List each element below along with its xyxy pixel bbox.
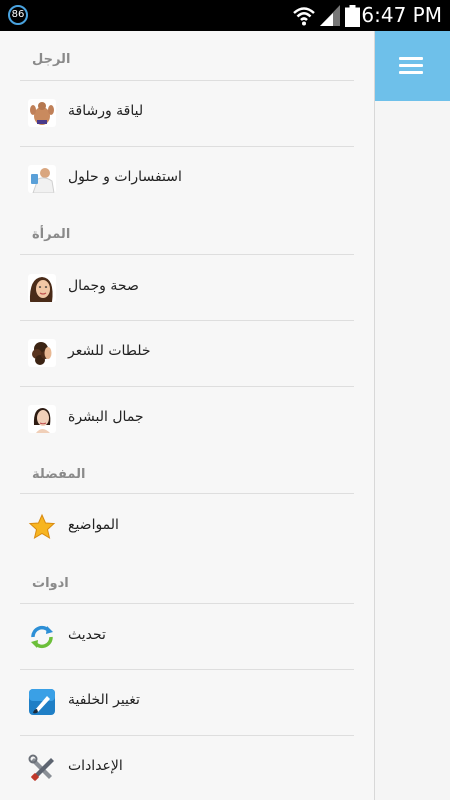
drawer-item-inquiries[interactable]: استفسارات و حلول (20, 147, 354, 211)
main-content (374, 31, 450, 800)
section-label-women: المرأة (32, 227, 71, 242)
notification-badge: 86 (8, 5, 28, 25)
drawer-item-hair-mixes[interactable]: خلطات للشعر (20, 321, 354, 385)
drawer-item-health-beauty[interactable]: صحة وجمال (20, 256, 354, 320)
drawer-item-topics[interactable]: المواضيع (20, 495, 354, 559)
inquiries-icon (28, 165, 56, 193)
section-header-favorites: المفضلة (20, 467, 354, 487)
fitness-icon (28, 99, 56, 127)
section-label-tools: ادوات (32, 576, 69, 591)
drawer-item-label: تحديث (68, 627, 106, 643)
drawer-item-label: الإعدادات (68, 758, 123, 774)
wifi-icon (293, 7, 315, 26)
signal-icon (320, 5, 340, 26)
drawer-item-update[interactable]: تحديث (20, 605, 354, 669)
section-label-favorites: المفضلة (32, 467, 86, 482)
drawer-item-change-background[interactable]: تغيير الخلفية (20, 670, 354, 734)
drawer-item-label: تغيير الخلفية (68, 692, 140, 708)
star-icon (28, 513, 56, 541)
section-header-men: الرجل (20, 52, 354, 72)
skin-beauty-icon (28, 405, 56, 433)
section-divider (20, 603, 354, 604)
drawer-item-fitness[interactable]: لياقة ورشاقة (20, 81, 354, 145)
drawer-item-label: استفسارات و حلول (68, 169, 182, 185)
status-time: 6:47 PM (361, 3, 442, 27)
drawer-item-label: خلطات للشعر (68, 343, 151, 359)
drawer-item-label: المواضيع (68, 517, 119, 533)
drawer-item-skin-beauty[interactable]: جمال البشرة (20, 387, 354, 451)
health-beauty-icon (28, 274, 56, 302)
status-bar: 86 6:47 PM (0, 0, 450, 31)
section-header-women: المرأة (20, 227, 354, 247)
section-divider (20, 493, 354, 494)
battery-icon (345, 5, 360, 27)
section-header-tools: ادوات (20, 576, 354, 596)
section-label-men: الرجل (32, 52, 71, 67)
hair-mixes-icon (28, 339, 56, 367)
brush-icon (28, 688, 56, 716)
tools-icon (28, 754, 56, 782)
section-divider (20, 254, 354, 255)
drawer-item-label: صحة وجمال (68, 278, 139, 294)
navigation-drawer: الرجل لياقة ورشاقة استفسارات و حلول المر… (0, 31, 374, 800)
drawer-item-label: جمال البشرة (68, 409, 144, 425)
refresh-icon (28, 623, 56, 651)
drawer-item-label: لياقة ورشاقة (68, 103, 144, 119)
menu-button[interactable] (375, 31, 450, 101)
drawer-item-settings[interactable]: الإعدادات (20, 736, 354, 800)
